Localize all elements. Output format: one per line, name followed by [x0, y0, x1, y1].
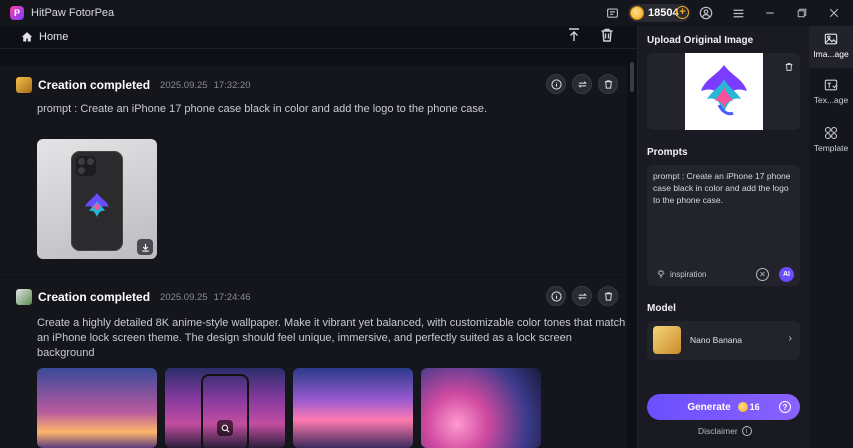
- sidebar-item-label: Tex...age: [813, 95, 849, 105]
- minimize-icon[interactable]: [762, 5, 778, 21]
- coin-count: 18504: [648, 7, 679, 19]
- close-icon[interactable]: [826, 5, 842, 21]
- result-image[interactable]: [37, 139, 157, 259]
- chevron-right-icon: ›: [788, 333, 792, 344]
- model-name: Nano Banana: [690, 335, 742, 345]
- inspiration-label: inspiration: [670, 269, 707, 279]
- creation-card: Creation completed 2025.09.25 17:24:46 C…: [0, 278, 627, 448]
- card-date: 2025.09.25: [160, 79, 208, 91]
- card-prompt-line-2: an iPhone lock screen theme. The design …: [37, 332, 572, 359]
- restore-icon[interactable]: [794, 5, 810, 21]
- image-icon: [824, 33, 838, 45]
- regenerate-button[interactable]: [572, 286, 592, 306]
- lightbulb-icon: [657, 269, 665, 278]
- card-title: Creation completed: [38, 78, 151, 92]
- info-button[interactable]: [546, 74, 566, 94]
- generate-button[interactable]: Generate 16 ?: [647, 394, 800, 420]
- info-button[interactable]: [546, 286, 566, 306]
- message-icon[interactable]: [604, 5, 620, 21]
- home-button[interactable]: Home: [21, 31, 68, 43]
- app-title: HitPaw FotorPea: [31, 7, 115, 19]
- phone-frame: [201, 374, 249, 448]
- coin-icon: [630, 6, 644, 20]
- help-icon[interactable]: ?: [779, 401, 791, 413]
- card-prompt: prompt : Create an iPhone 17 phone case …: [37, 103, 488, 115]
- home-label: Home: [39, 31, 69, 43]
- refresh-icon: [577, 292, 587, 300]
- creation-feed: Creation completed 2025.09.25 17:32:20 p…: [0, 50, 637, 448]
- sidebar-item-label: Ima...age: [813, 49, 849, 59]
- prompt-text[interactable]: prompt : Create an iPhone 17 phone case …: [653, 170, 796, 206]
- feed-scrollbar[interactable]: [630, 62, 634, 92]
- remove-image-icon[interactable]: [784, 59, 794, 71]
- upload-label: Upload Original Image: [647, 35, 754, 46]
- source-thumbnail: [16, 289, 32, 305]
- regenerate-button[interactable]: [572, 74, 592, 94]
- download-icon: [141, 243, 149, 252]
- camera-module: [76, 156, 96, 176]
- template-icon: [824, 126, 838, 140]
- sidebar-item-text-to-image[interactable]: Tex...age: [809, 78, 853, 114]
- model-thumbnail: [653, 326, 681, 354]
- clear-prompt-button[interactable]: ✕: [756, 268, 769, 281]
- sidebar-item-template[interactable]: Template: [809, 126, 853, 162]
- generate-panel: Upload Original Image Prompts prompt : C…: [637, 26, 809, 448]
- upload-area[interactable]: [647, 53, 800, 130]
- card-title: Creation completed: [38, 290, 151, 304]
- result-image[interactable]: [165, 368, 285, 448]
- disclaimer-link[interactable]: Disclaimer i: [698, 426, 752, 436]
- prompts-label: Prompts: [647, 147, 688, 158]
- source-thumbnail: [16, 77, 32, 93]
- delete-all-icon[interactable]: [599, 27, 617, 45]
- sidebar-item-image-to-image[interactable]: Ima...age: [809, 26, 853, 68]
- zoom-icon[interactable]: [217, 420, 233, 436]
- bird-logo-icon: [701, 65, 747, 116]
- card-header: Creation completed 2025.09.25 17:24:46: [16, 289, 251, 305]
- trash-icon: [604, 291, 612, 301]
- delete-button[interactable]: [598, 286, 618, 306]
- info-icon: [550, 290, 562, 302]
- menu-icon[interactable]: [730, 5, 746, 21]
- info-icon: i: [741, 426, 752, 436]
- add-coins-button[interactable]: +: [676, 6, 689, 19]
- mode-sidebar: Ima...age Tex...age Template: [809, 26, 853, 448]
- main-toolbar: Home: [0, 26, 637, 49]
- card-header: Creation completed 2025.09.25 17:32:20: [16, 77, 251, 93]
- download-button[interactable]: [137, 239, 153, 255]
- card-prompt-line-1: Create a highly detailed 8K anime-style …: [37, 317, 626, 329]
- uploaded-image: [685, 53, 763, 130]
- bird-logo-icon: [85, 193, 109, 217]
- model-label: Model: [647, 303, 676, 314]
- card-time: 17:24:46: [213, 291, 251, 303]
- refresh-icon: [577, 80, 587, 88]
- inspiration-button[interactable]: inspiration: [656, 269, 706, 279]
- prompt-input[interactable]: prompt : Create an iPhone 17 phone case …: [647, 165, 800, 286]
- home-icon: [21, 32, 33, 42]
- sidebar-item-label: Template: [813, 143, 849, 153]
- ai-enhance-button[interactable]: AI: [779, 267, 794, 282]
- coin-balance[interactable]: 18504 +: [628, 4, 690, 22]
- generate-label: Generate: [687, 401, 731, 413]
- generate-cost: 16: [749, 402, 760, 412]
- card-time: 17:32:20: [213, 79, 251, 91]
- user-icon[interactable]: [698, 5, 714, 21]
- creation-card: Creation completed 2025.09.25 17:32:20 p…: [0, 66, 627, 277]
- coin-icon: [737, 402, 748, 412]
- upload-icon[interactable]: [566, 27, 584, 45]
- text-image-icon: [824, 79, 838, 91]
- title-bar: P HitPaw FotorPea 18504 +: [0, 0, 853, 26]
- card-date: 2025.09.25: [160, 291, 208, 303]
- result-image[interactable]: [421, 368, 541, 448]
- info-icon: [550, 78, 562, 90]
- disclaimer-label: Disclaimer: [698, 426, 738, 436]
- app-logo: P: [10, 6, 24, 20]
- result-image[interactable]: [293, 368, 413, 448]
- trash-icon: [604, 79, 612, 89]
- delete-button[interactable]: [598, 74, 618, 94]
- phone-case-image: [71, 151, 123, 251]
- model-selector[interactable]: Nano Banana ›: [647, 321, 800, 360]
- result-image[interactable]: [37, 368, 157, 448]
